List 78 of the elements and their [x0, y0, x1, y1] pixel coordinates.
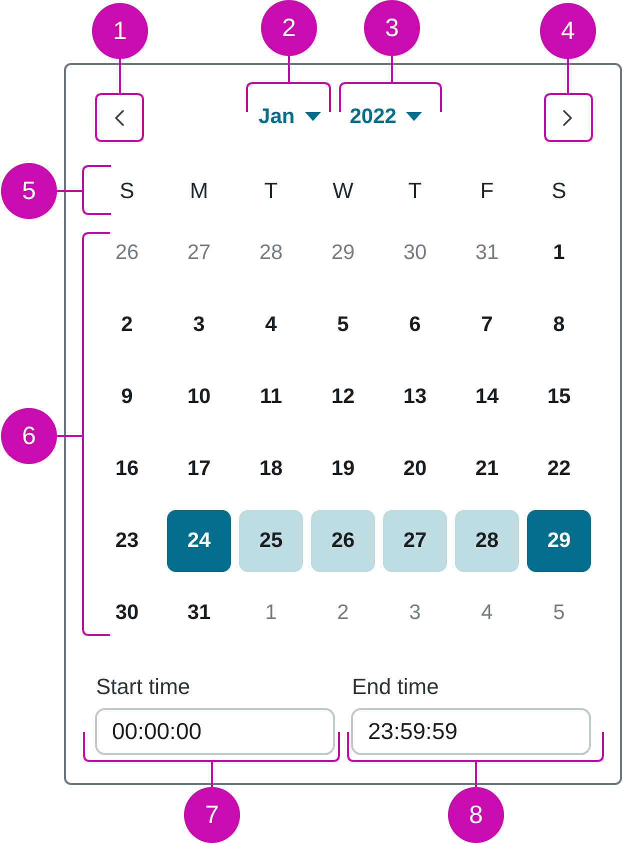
- day-cell[interactable]: 16: [95, 438, 159, 500]
- leader-line: [57, 190, 82, 192]
- callout-badge: 7: [184, 787, 240, 843]
- day-cell[interactable]: 4: [455, 582, 519, 644]
- caret-icon: [406, 112, 422, 121]
- day-cell[interactable]: 30: [383, 222, 447, 284]
- day-cell[interactable]: 1: [239, 582, 303, 644]
- callout-badge: 3: [364, 0, 420, 56]
- day-cell[interactable]: 26: [95, 222, 159, 284]
- year-dropdown[interactable]: 2022: [350, 104, 422, 128]
- day-cell[interactable]: 14: [455, 366, 519, 428]
- day-cell[interactable]: 29: [311, 222, 375, 284]
- day-cell[interactable]: 30: [95, 582, 159, 644]
- leader-line: [211, 762, 213, 787]
- day-cell[interactable]: 20: [383, 438, 447, 500]
- day-cell[interactable]: 7: [455, 294, 519, 356]
- callout-bracket: [82, 165, 111, 215]
- day-cell[interactable]: 1: [527, 222, 591, 284]
- day-cell[interactable]: 28: [239, 222, 303, 284]
- day-cell[interactable]: 10: [167, 366, 231, 428]
- day-cell[interactable]: 3: [383, 582, 447, 644]
- day-cell[interactable]: 8: [527, 294, 591, 356]
- day-cell[interactable]: 4: [239, 294, 303, 356]
- callout-badge: 2: [261, 0, 317, 56]
- weekday-label: F: [480, 178, 494, 204]
- callout-badge: 6: [1, 408, 57, 464]
- day-cell[interactable]: 25: [239, 510, 303, 572]
- weekday-label: S: [552, 178, 566, 204]
- day-cell[interactable]: 19: [311, 438, 375, 500]
- weekday-label: S: [120, 178, 134, 204]
- chevron-right-icon: [562, 110, 572, 126]
- day-cell[interactable]: 31: [167, 582, 231, 644]
- day-cell[interactable]: 29: [527, 510, 591, 572]
- callout-badge: 8: [448, 787, 504, 843]
- day-cell[interactable]: 18: [239, 438, 303, 500]
- day-cell[interactable]: 27: [383, 510, 447, 572]
- day-cell[interactable]: 28: [455, 510, 519, 572]
- day-cell[interactable]: 24: [167, 510, 231, 572]
- day-cell[interactable]: 5: [527, 582, 591, 644]
- day-cell[interactable]: 31: [455, 222, 519, 284]
- leader-line: [119, 59, 121, 94]
- start-time-field[interactable]: 00:00:00: [95, 708, 335, 755]
- callout-frame: [544, 93, 593, 142]
- day-cell[interactable]: 5: [311, 294, 375, 356]
- day-cell[interactable]: 23: [95, 510, 159, 572]
- leader-line: [391, 56, 393, 83]
- day-cell[interactable]: 11: [239, 366, 303, 428]
- weekday-label: W: [332, 178, 354, 204]
- callout-badge: 5: [1, 163, 57, 219]
- day-cell[interactable]: 9: [95, 366, 159, 428]
- weekday-label: T: [264, 178, 278, 204]
- leader-line: [57, 435, 82, 437]
- callout-badge: 4: [540, 3, 596, 59]
- day-cell[interactable]: 15: [527, 366, 591, 428]
- caret-icon: [304, 112, 321, 121]
- chevron-left-icon: [114, 110, 124, 126]
- month-dropdown[interactable]: Jan: [258, 104, 321, 128]
- field-label: End time: [351, 674, 440, 700]
- end-time-field[interactable]: 23:59:59: [351, 708, 591, 755]
- day-cell[interactable]: 17: [167, 438, 231, 500]
- day-cell[interactable]: 6: [383, 294, 447, 356]
- day-cell[interactable]: 12: [311, 366, 375, 428]
- day-cell[interactable]: 27: [167, 222, 231, 284]
- day-cell[interactable]: 21: [455, 438, 519, 500]
- day-cell[interactable]: 26: [311, 510, 375, 572]
- weekday-label: M: [190, 178, 208, 204]
- day-cell[interactable]: 2: [311, 582, 375, 644]
- leader-line: [567, 59, 569, 94]
- field-label: Start time: [95, 674, 192, 700]
- day-cell[interactable]: 22: [527, 438, 591, 500]
- callout-badge: 1: [92, 3, 148, 59]
- callout-frame: [95, 93, 144, 142]
- day-cell[interactable]: 13: [383, 366, 447, 428]
- weekday-label: T: [408, 178, 422, 204]
- leader-line: [288, 56, 290, 83]
- day-cell[interactable]: 2: [95, 294, 159, 356]
- day-cell[interactable]: 3: [167, 294, 231, 356]
- leader-line: [475, 762, 477, 787]
